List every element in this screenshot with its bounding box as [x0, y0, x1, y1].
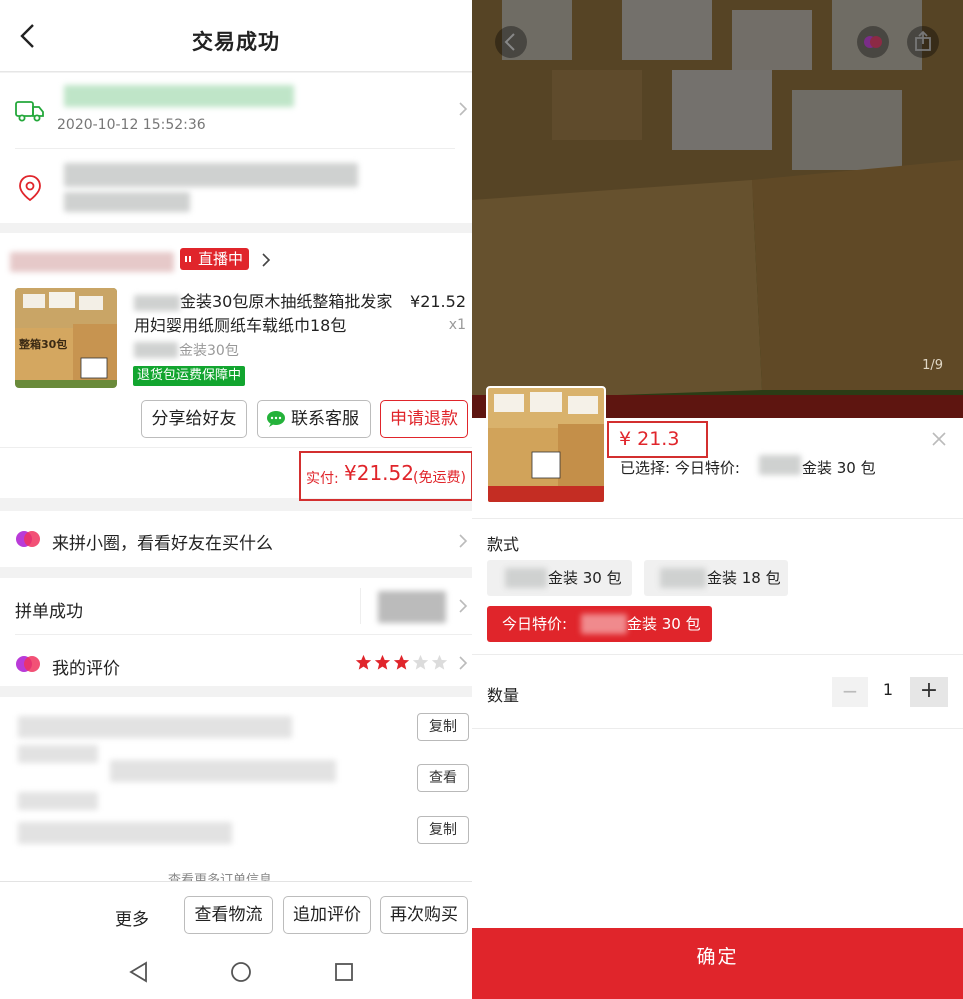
quantity-value[interactable]: 1 [876, 680, 900, 699]
sku-thumbnail[interactable] [486, 386, 606, 504]
return-shipping-guarantee-badge[interactable]: 退货包运费保障中 [133, 366, 246, 386]
star-filled-icon [374, 654, 391, 670]
selected-label: 已选择: 今日特价: [620, 459, 740, 477]
product-spec: 金装30包 [179, 343, 239, 359]
product-thumbnail[interactable]: 整箱30包 [15, 288, 117, 388]
option-today-special-30[interactable]: 今日特价: 金装 30 包 [487, 606, 712, 642]
location-pin-icon [19, 175, 41, 202]
quantity-increment-button[interactable]: + [910, 677, 948, 707]
chevron-right-icon [459, 534, 468, 548]
style-section-label: 款式 [487, 535, 520, 554]
view-button[interactable]: 查看 [417, 764, 469, 792]
quantity-label: 数量 [487, 686, 520, 705]
rating-stars[interactable] [355, 654, 448, 671]
share-icon[interactable] [906, 25, 940, 59]
view-logistics-button[interactable]: 查看物流 [184, 896, 273, 934]
star-empty-icon [431, 654, 448, 670]
copy-order-number-button[interactable]: 复制 [417, 713, 469, 741]
sku-selection-screen: 1/9 ¥ 21.3 已选择: 今日特价: 金装 30 包 款式 金装 30 包 [472, 0, 963, 999]
share-button[interactable]: 分享给好友 [141, 400, 247, 438]
quantity-decrement-button[interactable]: − [832, 677, 868, 707]
logistics-status-redacted [64, 85, 294, 107]
order-info-redacted [18, 822, 232, 844]
selected-spec: 金装 30 包 [802, 459, 876, 477]
spec-brand-redacted [134, 342, 178, 358]
nav-home-icon[interactable] [230, 961, 252, 983]
svg-text:整箱30包: 整箱30包 [18, 337, 67, 351]
chevron-right-icon [262, 253, 271, 267]
top-bar: 交易成功 [0, 0, 472, 72]
chevron-right-icon [459, 102, 468, 116]
order-info-redacted [18, 792, 98, 810]
paid-amount: ¥21.52 [344, 461, 414, 485]
group-success-label: 拼单成功 [15, 602, 83, 622]
close-icon[interactable] [930, 430, 948, 448]
banner-page-indicator: 1/9 [922, 358, 943, 373]
star-filled-icon [393, 654, 410, 670]
option-gold-18[interactable]: 金装 18 包 [644, 560, 788, 596]
confirm-button[interactable]: 确定 [472, 928, 963, 999]
product-price: ¥21.52 [410, 292, 466, 311]
chevron-right-icon [459, 599, 468, 613]
sku-price: ¥ 21.3 [619, 428, 680, 450]
logistics-time: 2020-10-12 15:52:36 [57, 117, 206, 133]
address-line-redacted [64, 163, 358, 187]
banner-back-icon[interactable] [494, 25, 528, 59]
order-info-redacted [110, 760, 336, 782]
order-detail-screen: 交易成功 2020-10-12 15:52:36 直播中 整箱30包 金装30包… [0, 0, 472, 999]
product-qty: x1 [448, 317, 466, 333]
dim-overlay [472, 0, 963, 418]
logistics-address-card[interactable]: 2020-10-12 15:52:36 [0, 73, 472, 223]
live-badge[interactable]: 直播中 [180, 248, 250, 270]
my-review-label: 我的评价 [52, 659, 120, 679]
truck-icon [15, 101, 44, 122]
order-info-redacted [18, 745, 98, 763]
chevron-right-icon [459, 656, 468, 670]
brand-redacted [134, 294, 180, 311]
product-banner-image[interactable]: 1/9 [472, 0, 963, 418]
product-title[interactable]: 金装30包原木抽纸整箱批发家用妇婴用纸厕纸车载纸巾18包 [134, 290, 396, 338]
free-shipping-note: (免运费) [413, 470, 466, 486]
store-name-redacted[interactable] [10, 252, 174, 272]
address-line-redacted [64, 192, 190, 212]
star-filled-icon [355, 654, 372, 670]
copy-button[interactable]: 复制 [417, 816, 469, 844]
nav-back-icon[interactable] [128, 961, 150, 983]
chat-bubble-icon [267, 411, 285, 427]
add-review-button[interactable]: 追加评价 [283, 896, 371, 934]
contact-service-button[interactable]: 联系客服 [257, 400, 371, 438]
more-button[interactable]: 更多 [115, 905, 149, 930]
selected-brand-redacted [759, 455, 801, 475]
live-badge-text: 直播中 [198, 250, 244, 268]
page-title: 交易成功 [192, 30, 280, 54]
nav-recents-icon[interactable] [334, 962, 354, 982]
live-bars-icon [185, 256, 191, 262]
circle-logo-icon [16, 531, 40, 547]
buy-again-button[interactable]: 再次购买 [380, 896, 468, 934]
request-refund-button[interactable]: 申请退款 [380, 400, 468, 438]
circle-logo-icon[interactable] [856, 25, 890, 59]
tissue-box-image [488, 388, 604, 502]
review-logo-icon [16, 656, 40, 672]
option-gold-30[interactable]: 金装 30 包 [487, 560, 632, 596]
tissue-box-image: 整箱30包 [15, 288, 117, 388]
group-members-avatars[interactable] [378, 591, 446, 623]
order-info-redacted [18, 716, 292, 738]
system-nav-bar [0, 945, 472, 999]
friend-circle-text: 来拼小圈，看看好友在买什么 [52, 534, 273, 554]
paid-label: 实付: [306, 471, 339, 487]
star-empty-icon [412, 654, 429, 670]
